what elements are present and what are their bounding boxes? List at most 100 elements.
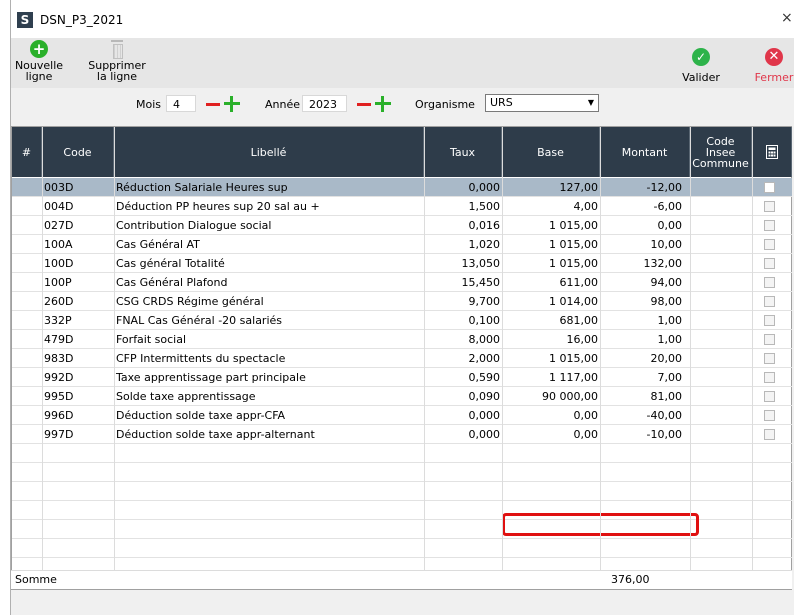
table-row[interactable]: 479D Forfait social 8,000 16,00 1,00: [12, 330, 792, 349]
close-button[interactable]: ✕ Fermer: [753, 48, 794, 83]
cell-montant[interactable]: 1,00: [600, 311, 690, 330]
cell-taux[interactable]: 13,050: [424, 254, 502, 273]
row-checkbox[interactable]: [764, 315, 775, 326]
organisme-select[interactable]: URS ▼: [485, 94, 599, 112]
cell-libelle[interactable]: FNAL Cas Général -20 salariés: [114, 311, 424, 330]
cell-libelle[interactable]: Taxe apprentissage part principale: [114, 368, 424, 387]
table-row[interactable]: 997D Déduction solde taxe appr-alternant 0…: [12, 425, 792, 444]
row-checkbox[interactable]: [764, 182, 775, 193]
annee-field[interactable]: 2023: [302, 95, 347, 112]
row-checkbox[interactable]: [764, 277, 775, 288]
table-row[interactable]: 100D Cas général Totalité 13,050 1 015,00 13…: [12, 254, 792, 273]
row-checkbox[interactable]: [764, 239, 775, 250]
cell-montant[interactable]: -10,00: [600, 425, 690, 444]
mois-increment-icon[interactable]: [224, 96, 240, 112]
cell-base[interactable]: 681,00: [502, 311, 600, 330]
empty-row[interactable]: [12, 463, 792, 482]
cell-code[interactable]: 260D: [42, 292, 114, 311]
table-row[interactable]: 004D Déduction PP heures sup 20 sal au +1…: [12, 197, 792, 216]
cell-libelle[interactable]: Contribution Dialogue social: [114, 216, 424, 235]
cell-libelle[interactable]: Cas Général AT: [114, 235, 424, 254]
close-window-icon[interactable]: ×: [781, 10, 794, 26]
table-row[interactable]: 995D Solde taxe apprentissage 0,090 90 000,…: [12, 387, 792, 406]
cell-libelle[interactable]: Forfait social: [114, 330, 424, 349]
cell-libelle[interactable]: CFP Intermittents du spectacle: [114, 349, 424, 368]
row-checkbox[interactable]: [764, 296, 775, 307]
annee-decrement-icon[interactable]: [357, 103, 371, 106]
cell-taux[interactable]: 15,450: [424, 273, 502, 292]
cell-base[interactable]: 1 015,00: [502, 349, 600, 368]
cell-base[interactable]: 1 015,00: [502, 254, 600, 273]
cell-libelle[interactable]: Réduction Salariale Heures sup: [114, 178, 424, 197]
cell-montant[interactable]: 20,00: [600, 349, 690, 368]
annee-increment-icon[interactable]: [375, 96, 391, 112]
cell-code[interactable]: 003D: [42, 178, 114, 197]
cell-base[interactable]: 127,00: [502, 178, 600, 197]
cell-montant[interactable]: 132,00: [600, 254, 690, 273]
cell-taux[interactable]: 1,500: [424, 197, 502, 216]
cell-code[interactable]: 004D: [42, 197, 114, 216]
cell-base[interactable]: 611,00: [502, 273, 600, 292]
empty-row[interactable]: [12, 539, 792, 558]
empty-row[interactable]: [12, 444, 792, 463]
cell-taux[interactable]: 0,000: [424, 178, 502, 197]
cell-code[interactable]: 992D: [42, 368, 114, 387]
cell-taux[interactable]: 0,590: [424, 368, 502, 387]
cell-montant[interactable]: 10,00: [600, 235, 690, 254]
cell-code[interactable]: 100A: [42, 235, 114, 254]
cell-libelle[interactable]: Déduction PP heures sup 20 sal au +: [114, 197, 424, 216]
cell-taux[interactable]: 0,000: [424, 425, 502, 444]
cell-code[interactable]: 027D: [42, 216, 114, 235]
table-row[interactable]: 027D Contribution Dialogue social 0,016 1 0…: [12, 216, 792, 235]
cell-base[interactable]: 90 000,00: [502, 387, 600, 406]
table-row[interactable]: 332P FNAL Cas Général -20 salariés 0,100 68…: [12, 311, 792, 330]
cell-base[interactable]: 1 014,00: [502, 292, 600, 311]
empty-row[interactable]: [12, 482, 792, 501]
validate-button[interactable]: ✓ Valider: [679, 48, 723, 83]
cell-base[interactable]: 1 015,00: [502, 235, 600, 254]
cell-montant[interactable]: 81,00: [600, 387, 690, 406]
header-montant[interactable]: Montant: [600, 127, 690, 177]
cell-libelle[interactable]: Solde taxe apprentissage: [114, 387, 424, 406]
cell-montant[interactable]: 1,00: [600, 330, 690, 349]
header-code[interactable]: Code: [42, 127, 114, 177]
table-row[interactable]: 100A Cas Général AT 1,020 1 015,00 10,00: [12, 235, 792, 254]
row-checkbox[interactable]: [764, 372, 775, 383]
cell-code[interactable]: 996D: [42, 406, 114, 425]
cell-montant[interactable]: 94,00: [600, 273, 690, 292]
mois-field[interactable]: 4: [166, 95, 196, 112]
table-row[interactable]: 983D CFP Intermittents du spectacle 2,000 1…: [12, 349, 792, 368]
cell-taux[interactable]: 0,100: [424, 311, 502, 330]
cell-libelle[interactable]: Cas général Totalité: [114, 254, 424, 273]
row-checkbox[interactable]: [764, 410, 775, 421]
cell-taux[interactable]: 8,000: [424, 330, 502, 349]
cell-code[interactable]: 983D: [42, 349, 114, 368]
cell-base[interactable]: 4,00: [502, 197, 600, 216]
cell-base[interactable]: 16,00: [502, 330, 600, 349]
cell-libelle[interactable]: Déduction solde taxe appr-alternant: [114, 425, 424, 444]
cell-code[interactable]: 997D: [42, 425, 114, 444]
table-row[interactable]: 003D Réduction Salariale Heures sup 0,000 1…: [12, 178, 792, 197]
cell-montant[interactable]: 98,00: [600, 292, 690, 311]
row-checkbox[interactable]: [764, 429, 775, 440]
header-code-insee[interactable]: Code Insee Commune: [690, 127, 752, 177]
cell-libelle[interactable]: CSG CRDS Régime général: [114, 292, 424, 311]
cell-libelle[interactable]: Cas Général Plafond: [114, 273, 424, 292]
cell-taux[interactable]: 1,020: [424, 235, 502, 254]
mois-decrement-icon[interactable]: [206, 103, 220, 106]
row-checkbox[interactable]: [764, 201, 775, 212]
cell-montant[interactable]: 0,00: [600, 216, 690, 235]
cell-montant[interactable]: 7,00: [600, 368, 690, 387]
cell-taux[interactable]: 2,000: [424, 349, 502, 368]
cell-code[interactable]: 995D: [42, 387, 114, 406]
table-row[interactable]: 992D Taxe apprentissage part principale 0,…: [12, 368, 792, 387]
cell-base[interactable]: 0,00: [502, 406, 600, 425]
cell-taux[interactable]: 0,016: [424, 216, 502, 235]
row-checkbox[interactable]: [764, 353, 775, 364]
cell-code[interactable]: 332P: [42, 311, 114, 330]
delete-line-button[interactable]: Supprimer la ligne: [85, 40, 149, 82]
new-line-button[interactable]: + Nouvelle ligne: [13, 40, 65, 82]
cell-montant[interactable]: -40,00: [600, 406, 690, 425]
cell-taux[interactable]: 0,090: [424, 387, 502, 406]
cell-code[interactable]: 100P: [42, 273, 114, 292]
